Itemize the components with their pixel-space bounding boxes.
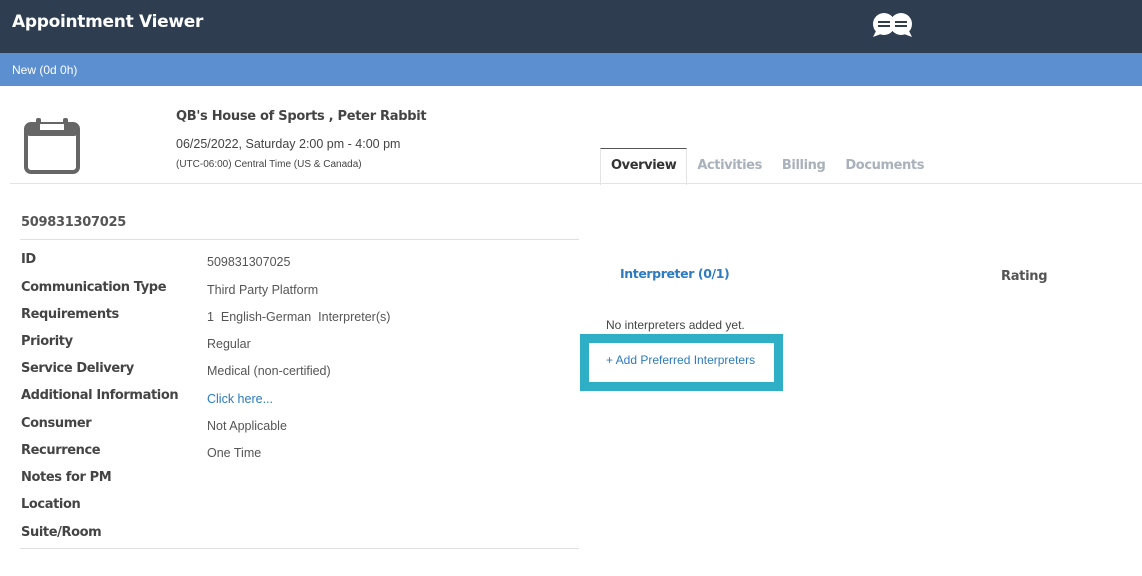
appointment-number: 509831307025: [21, 215, 126, 230]
detail-value-service-delivery: Medical (non-certified): [207, 364, 331, 378]
detail-value-id: 509831307025: [207, 255, 291, 269]
detail-label-consumer: Consumer: [21, 416, 92, 431]
detail-label-service-delivery: Service Delivery: [21, 361, 134, 376]
tab-documents[interactable]: Documents: [835, 148, 934, 184]
status-bar: New (0d 0h): [0, 53, 1142, 86]
appointment-name: QB's House of Sports , Peter Rabbit: [176, 109, 427, 124]
detail-label-recurrence: Recurrence: [21, 443, 101, 458]
detail-value-consumer: Not Applicable: [207, 419, 287, 433]
additional-information-link[interactable]: Click here...: [207, 392, 273, 406]
tab-billing[interactable]: Billing: [772, 148, 836, 184]
detail-label-requirements: Requirements: [21, 307, 119, 322]
rating-heading: Rating: [1001, 269, 1048, 284]
detail-value-priority: Regular: [207, 337, 251, 351]
app-title: Appointment Viewer: [12, 12, 204, 32]
detail-label-communication-type: Communication Type: [21, 280, 167, 295]
calendar-icon: [24, 118, 80, 174]
tab-overview[interactable]: Overview: [600, 148, 688, 185]
detail-label-location: Location: [21, 497, 81, 512]
detail-label-priority: Priority: [21, 334, 73, 349]
detail-value-recurrence: One Time: [207, 446, 262, 460]
status-label: New (0d 0h): [12, 63, 78, 77]
tab-activities[interactable]: Activities: [687, 148, 772, 184]
detail-value-requirements: 1 English-German Interpreter(s): [207, 310, 391, 324]
no-interpreters-message: No interpreters added yet.: [606, 318, 745, 332]
interpreter-heading[interactable]: Interpreter (0/1): [620, 266, 730, 281]
header-divider: [10, 183, 1142, 184]
tab-bar: Overview Activities Billing Documents: [600, 148, 934, 185]
details-divider-bottom: [20, 548, 579, 549]
top-bar: Appointment Viewer: [0, 0, 1142, 53]
detail-label-additional-information: Additional Information: [21, 388, 179, 403]
detail-label-notes-for-pm: Notes for PM: [21, 470, 112, 485]
detail-value-communication-type: Third Party Platform: [207, 283, 319, 297]
detail-label-suite-room: Suite/Room: [21, 525, 102, 540]
chat-bubbles-logo-icon: [873, 13, 912, 37]
appointment-timezone: (UTC-06:00) Central Time (US & Canada): [176, 159, 362, 170]
add-preferred-interpreters-button[interactable]: + Add Preferred Interpreters: [606, 353, 755, 367]
detail-label-id: ID: [21, 252, 36, 267]
appointment-datetime: 06/25/2022, Saturday 2:00 pm - 4:00 pm: [176, 137, 401, 151]
details-divider-top: [20, 239, 579, 240]
